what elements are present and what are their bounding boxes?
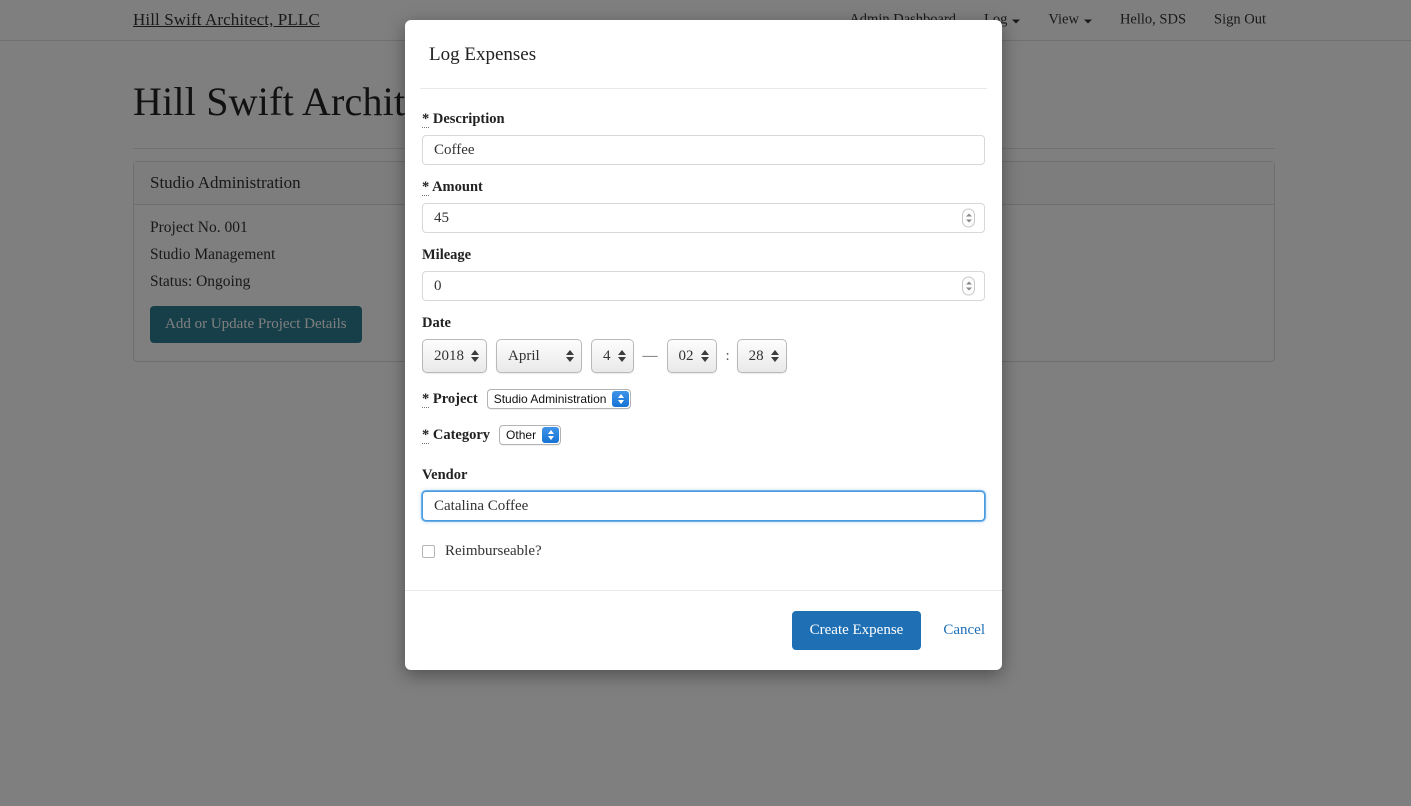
required-marker: * — [422, 426, 430, 444]
project-select-value: Studio Administration — [493, 392, 607, 406]
date-controls: 2018 April 4 — 02: 28 — [422, 339, 985, 373]
amount-label: * Amount — [422, 179, 985, 196]
updown-arrows-icon — [471, 350, 479, 362]
date-field-group: Date 2018 April 4 — 02: 28 — [422, 315, 985, 373]
date-hour-value: 02 — [678, 347, 694, 364]
updown-arrows-icon — [617, 350, 626, 362]
reimburseable-label: Reimburseable? — [445, 543, 542, 559]
updown-arrows-icon — [700, 350, 709, 362]
mileage-stepper-icon[interactable] — [962, 276, 975, 296]
description-field-group: * Description — [422, 111, 985, 165]
date-month-select[interactable]: April — [496, 339, 582, 373]
description-label-text: Description — [432, 111, 505, 127]
category-field-group: * Category Other — [422, 425, 985, 445]
create-expense-button[interactable]: Create Expense — [791, 611, 922, 650]
amount-label-text: Amount — [432, 179, 483, 195]
amount-field-group: * Amount — [422, 179, 985, 233]
date-year-value: 2018 — [434, 347, 464, 364]
mileage-label-text: Mileage — [422, 247, 472, 263]
category-label-text: Category — [432, 426, 491, 443]
amount-stepper-icon[interactable] — [962, 208, 975, 228]
required-marker: * — [422, 390, 430, 408]
mileage-input[interactable] — [422, 271, 985, 301]
reimburseable-checkbox[interactable] — [422, 545, 435, 558]
updown-arrows-icon — [566, 350, 574, 362]
date-hour-select[interactable]: 02 — [666, 339, 717, 373]
mileage-input-wrapper — [422, 271, 985, 301]
updown-arrows-icon — [542, 427, 560, 443]
category-label: * Category — [422, 426, 491, 444]
project-label: * Project — [422, 390, 478, 408]
cancel-button[interactable]: Cancel — [943, 622, 985, 639]
date-minute-select[interactable]: 28 — [736, 339, 787, 373]
updown-arrows-icon — [770, 350, 779, 362]
vendor-label: Vendor — [422, 467, 468, 483]
required-marker: * — [422, 179, 430, 196]
amount-input-wrapper — [422, 203, 985, 233]
modal-footer: Create Expense Cancel — [405, 591, 1002, 670]
date-time-separator: — — [642, 347, 658, 364]
time-colon-separator: : — [725, 347, 730, 364]
vendor-input[interactable] — [422, 491, 985, 521]
reimburseable-field-group: Reimburseable? — [422, 543, 985, 560]
project-field-group: * Project Studio Administration — [422, 389, 985, 409]
description-input[interactable] — [422, 135, 985, 165]
project-select[interactable]: Studio Administration — [486, 389, 632, 409]
date-day-select[interactable]: 4 — [591, 339, 634, 373]
required-marker: * — [422, 111, 430, 128]
category-select-value: Other — [506, 428, 537, 442]
amount-input[interactable] — [422, 203, 985, 233]
app-root: Hill Swift Architect, PLLC Admin Dashboa… — [0, 0, 1411, 806]
date-minute-value: 28 — [748, 347, 764, 364]
updown-arrows-icon — [612, 391, 630, 407]
project-label-text: Project — [432, 390, 478, 407]
mileage-field-group: Mileage — [422, 247, 985, 301]
modal-body: * Description * Amount — [405, 89, 1002, 590]
log-expenses-modal: Log Expenses * Description * Amount — [405, 20, 1002, 670]
date-month-value: April — [508, 347, 540, 364]
vendor-field-group: Vendor — [422, 467, 985, 521]
description-label: * Description — [422, 111, 985, 128]
modal-title: Log Expenses — [429, 44, 537, 65]
date-day-value: 4 — [603, 347, 611, 364]
modal-header: Log Expenses — [405, 20, 1002, 89]
mileage-label: Mileage — [422, 247, 985, 264]
category-select[interactable]: Other — [499, 425, 562, 445]
date-year-select[interactable]: 2018 — [422, 339, 487, 373]
date-label: Date — [422, 315, 451, 331]
